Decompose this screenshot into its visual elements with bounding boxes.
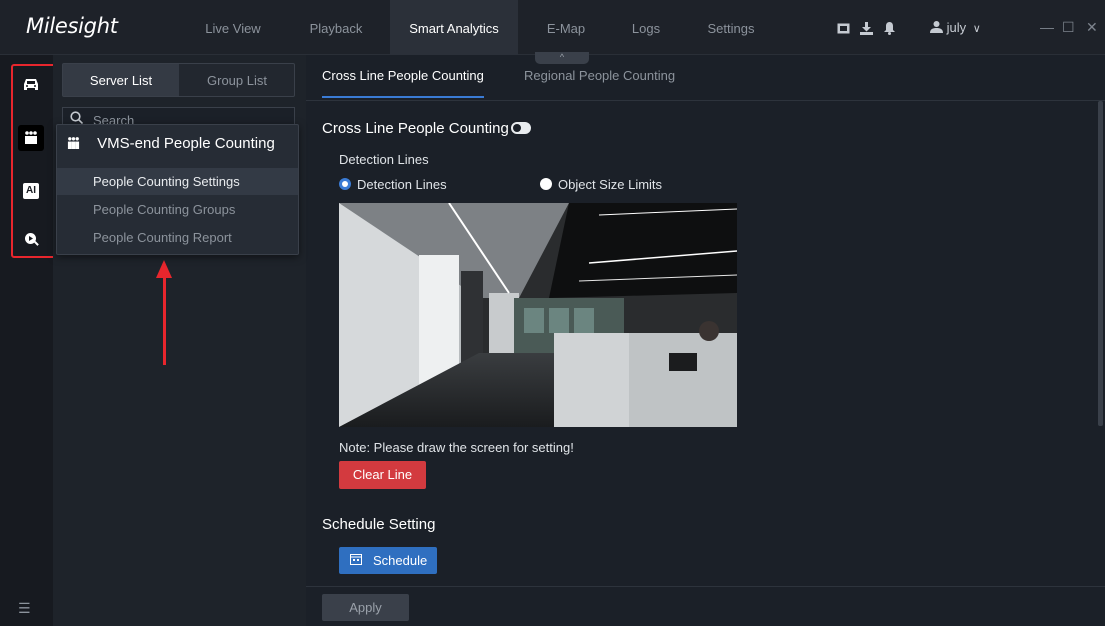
annotation-arrow — [163, 276, 166, 365]
schedule-button-label: Schedule — [373, 553, 428, 568]
radio-object-size-limits-label: Object Size Limits — [558, 177, 663, 192]
tab-divider — [306, 100, 1105, 101]
tab-group-list[interactable]: Group List — [179, 64, 295, 96]
menu-item-people-counting-settings[interactable]: People Counting Settings — [57, 168, 298, 195]
maximize-icon[interactable]: ☐ — [1062, 19, 1075, 36]
camera-image — [339, 203, 737, 427]
tab-server-list[interactable]: Server List — [63, 64, 179, 96]
detection-lines-label: Detection Lines — [339, 152, 429, 167]
people-icon — [67, 136, 83, 151]
camera-preview[interactable] — [339, 203, 737, 427]
menu-toggle-icon[interactable]: ☰ — [18, 600, 31, 617]
screenshot-icon[interactable] — [837, 22, 850, 35]
download-icon[interactable] — [860, 22, 873, 35]
nav-logs[interactable]: Logs — [615, 0, 677, 55]
tab-regional-people-counting[interactable]: Regional People Counting — [524, 68, 675, 98]
section-title: Cross Line People Counting — [322, 120, 509, 137]
enable-toggle[interactable] — [511, 122, 531, 134]
apply-button[interactable]: Apply — [322, 594, 409, 621]
radio-detection-lines[interactable] — [339, 178, 351, 190]
tab-cross-line-people-counting[interactable]: Cross Line People Counting — [322, 68, 484, 98]
username: july — [946, 20, 967, 35]
nav-e-map[interactable]: E-Map — [530, 0, 602, 55]
chevron-down-icon: ∨ — [972, 23, 981, 35]
nav-live-view[interactable]: Live View — [193, 0, 273, 55]
menu-item-people-counting-groups[interactable]: People Counting Groups — [57, 196, 298, 223]
user-menu[interactable]: july ∨ — [930, 20, 981, 35]
menu-item-people-counting-report[interactable]: People Counting Report — [57, 224, 298, 251]
schedule-button[interactable]: Schedule — [339, 547, 437, 574]
draw-note: Note: Please draw the screen for setting… — [339, 440, 574, 455]
clear-line-button[interactable]: Clear Line — [339, 461, 426, 489]
milesight-logo: Milesight — [26, 14, 118, 38]
collapse-nav-caret-icon[interactable]: ^ — [535, 52, 589, 64]
nav-playback[interactable]: Playback — [296, 0, 376, 55]
schedule-setting-title: Schedule Setting — [322, 516, 436, 533]
minimize-icon[interactable]: — — [1040, 19, 1054, 35]
calendar-icon — [350, 547, 362, 574]
notification-bell-icon[interactable] — [883, 22, 896, 35]
close-icon[interactable]: ✕ — [1086, 19, 1098, 36]
radio-detection-lines-label: Detection Lines — [357, 177, 447, 192]
nav-settings[interactable]: Settings — [693, 0, 769, 55]
popup-title: VMS-end People Counting — [67, 135, 275, 152]
people-counting-popup: VMS-end People Counting People Counting … — [56, 124, 299, 255]
nav-smart-analytics[interactable]: Smart Analytics — [390, 0, 518, 55]
footer-divider — [306, 586, 1105, 587]
main-scrollbar[interactable] — [1098, 101, 1103, 426]
annotation-arrow-head — [156, 260, 172, 278]
panel-tabs: Server List Group List — [62, 63, 295, 97]
radio-object-size-limits[interactable] — [540, 178, 552, 190]
top-nav-bar: Milesight Live View Playback Smart Analy… — [0, 0, 1105, 55]
popup-title-text: VMS-end People Counting — [97, 135, 275, 152]
app-window: Milesight Live View Playback Smart Analy… — [0, 0, 1105, 626]
user-icon — [930, 20, 947, 35]
